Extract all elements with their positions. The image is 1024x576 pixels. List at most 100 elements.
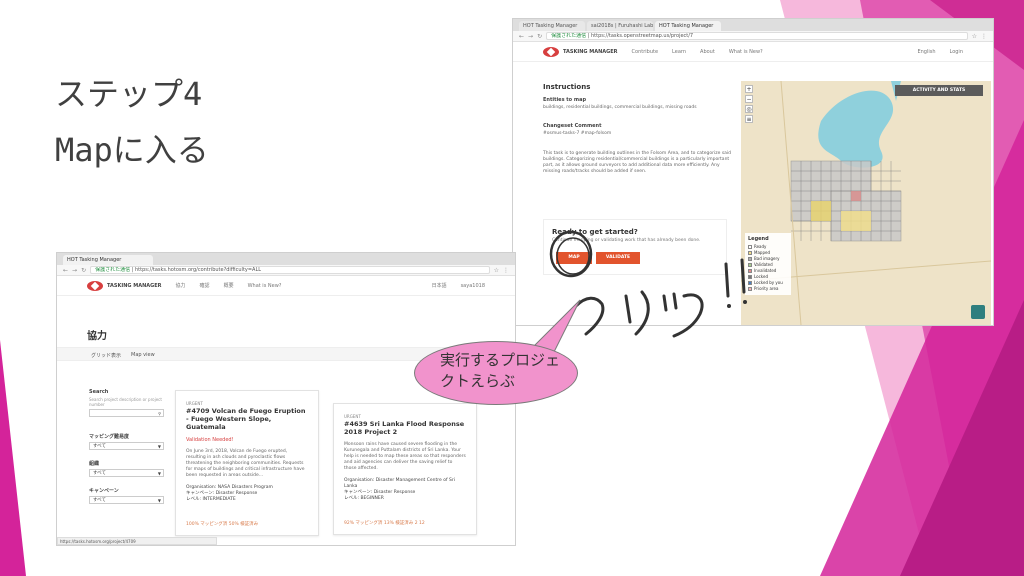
layers-icon[interactable]: ≡ bbox=[745, 115, 753, 123]
url-input[interactable]: 保護された通信 | https://tasks.hotosm.org/contr… bbox=[90, 266, 490, 274]
address-bar: ← → ↻ 保護された通信 | https://tasks.openstreet… bbox=[513, 31, 993, 42]
secure-label: 保護された通信 bbox=[95, 267, 131, 273]
tab-map-view[interactable]: Map view bbox=[131, 352, 155, 358]
search-help: Search project description or project nu… bbox=[89, 397, 162, 407]
star-icon[interactable]: ☆ bbox=[494, 267, 499, 274]
tasking-manager-logo[interactable]: TASKING MANAGER bbox=[543, 46, 618, 57]
hot-logo-icon bbox=[87, 280, 103, 291]
menu-icon[interactable]: ⋮ bbox=[503, 267, 509, 274]
urgency-label: URGENT bbox=[186, 401, 203, 406]
left-accent-shape bbox=[0, 340, 26, 576]
instructions-heading: Instructions bbox=[543, 83, 591, 91]
instructions-body: This task is to generate building outlin… bbox=[543, 151, 732, 174]
tasking-manager-logo[interactable]: TASKING MANAGER bbox=[87, 280, 162, 291]
chevron-down-icon: ▼ bbox=[157, 444, 161, 449]
browser-tab-active[interactable]: HOT Tasking Manager bbox=[63, 255, 153, 265]
project-title: #4639 Sri Lanka Flood Response 2018 Proj… bbox=[344, 420, 465, 436]
changeset-value: #osmus-tasks-7 #map-folsom bbox=[543, 131, 612, 136]
status-bar-url: https://tasks.hotosm.org/project/4709 bbox=[57, 537, 217, 545]
project-meta: Organisation: NASA Disasters Program キャン… bbox=[186, 485, 308, 503]
project-description: On June 3rd, 2018, Volcan de Fuego erupt… bbox=[186, 449, 305, 478]
reload-icon[interactable]: ↻ bbox=[81, 267, 86, 274]
project-description: Monsoon rains have caused severe floodin… bbox=[344, 442, 466, 471]
url-text: https://tasks.openstreetmap.us/project/7 bbox=[590, 33, 694, 39]
menu-icon[interactable]: ⋮ bbox=[981, 33, 987, 40]
project-card[interactable]: URGENT #4709 Volcan de Fuego Eruption - … bbox=[175, 390, 319, 536]
slide-title: ステップ4 Mapに入る bbox=[55, 66, 209, 178]
urgency-label: URGENT bbox=[344, 414, 361, 419]
tab-bar: HOT Tasking Manager sai2018s | Furuhashi… bbox=[513, 19, 993, 31]
nav-learn[interactable]: Learn bbox=[672, 49, 686, 55]
project-progress: 92% マッピング済 13% 検証済み 2 12 bbox=[344, 521, 425, 526]
back-icon[interactable]: ← bbox=[519, 33, 524, 40]
nav-contribute[interactable]: 協力 bbox=[176, 282, 186, 289]
secure-label: 保護された通信 bbox=[551, 33, 587, 39]
project-title: #4709 Volcan de Fuego Eruption - Fuego W… bbox=[186, 407, 306, 431]
organisation-label: 組織 bbox=[89, 461, 100, 467]
page-title: 協力 bbox=[87, 331, 107, 342]
login-link[interactable]: Login bbox=[950, 49, 964, 55]
instructions-panel: Instructions Entities to map buildings, … bbox=[543, 83, 733, 175]
tab-grid-view[interactable]: グリッド表示 bbox=[91, 352, 121, 359]
url-text: https://tasks.hotosm.org/contribute?diff… bbox=[134, 267, 262, 273]
nav-about[interactable]: About bbox=[700, 49, 715, 55]
chevron-down-icon: ▼ bbox=[157, 471, 161, 476]
legend-title: Legend bbox=[748, 236, 769, 242]
activity-stats-button[interactable]: ACTIVITY AND STATS bbox=[895, 85, 983, 96]
url-input[interactable]: 保護された通信 | https://tasks.openstreetmap.us… bbox=[546, 32, 968, 40]
zoom-out-button[interactable]: − bbox=[745, 95, 753, 103]
nav-whats-new[interactable]: What is New? bbox=[729, 49, 763, 55]
app-header: TASKING MANAGER 協力 確認 概要 What is New? 日本… bbox=[57, 276, 515, 296]
slide: ステップ4 Mapに入る HOT Tasking Manager sai2018… bbox=[0, 0, 1024, 576]
mapping-difficulty-select[interactable]: すべて ▼ bbox=[89, 442, 164, 450]
logo-text: TASKING MANAGER bbox=[107, 282, 162, 289]
browser-tab-active[interactable]: HOT Tasking Manager bbox=[655, 21, 721, 31]
project-map[interactable]: + − ◎ ≡ ACTIVITY AND STATS Legend Ready … bbox=[741, 81, 991, 325]
forward-icon[interactable]: → bbox=[72, 267, 77, 274]
campaign-label: キャンペーン bbox=[89, 488, 119, 494]
organisation-select[interactable]: すべて ▼ bbox=[89, 469, 164, 477]
entities-value: buildings, residential buildings, commer… bbox=[543, 105, 697, 110]
nav-about[interactable]: 概要 bbox=[224, 282, 234, 289]
nav-contribute[interactable]: Contribute bbox=[632, 49, 659, 55]
reload-icon[interactable]: ↻ bbox=[537, 33, 542, 40]
nav-learn[interactable]: 確認 bbox=[200, 282, 210, 289]
app-header: TASKING MANAGER Contribute Learn About W… bbox=[513, 42, 993, 62]
project-level: レベル: INTERMEDIATE bbox=[186, 497, 236, 502]
hot-logo-icon bbox=[543, 46, 559, 57]
browser-tab[interactable]: sai2018s | Furuhashi Lab bbox=[587, 21, 653, 31]
project-level: レベル: BEGINNER bbox=[344, 496, 384, 501]
browser-tab[interactable]: HOT Tasking Manager bbox=[519, 21, 585, 31]
callout-text: 実行するプロジェクトえらぶ bbox=[440, 351, 561, 390]
map-layer-toggle-icon[interactable] bbox=[971, 305, 985, 319]
zoom-in-button[interactable]: + bbox=[745, 85, 753, 93]
changeset-label: Changeset Comment bbox=[543, 123, 602, 129]
nav-whats-new[interactable]: What is New? bbox=[248, 283, 282, 289]
project-meta: Organisation: Disaster Management Centre… bbox=[344, 478, 466, 502]
address-bar: ← → ↻ 保護された通信 | https://tasks.hotosm.org… bbox=[57, 265, 515, 276]
chevron-down-icon: ▼ bbox=[157, 498, 161, 503]
filter-sidebar: Search Search project description or pro… bbox=[89, 389, 164, 514]
handwritten-click-annotation bbox=[574, 258, 747, 338]
project-progress: 100% マッピング済 50% 検証済み bbox=[186, 522, 259, 527]
back-icon[interactable]: ← bbox=[63, 267, 68, 274]
star-icon[interactable]: ☆ bbox=[972, 33, 977, 40]
validation-needed-label: Validation Needed! bbox=[186, 437, 234, 443]
mapping-difficulty-label: マッピング難易度 bbox=[89, 434, 130, 440]
contribute-browser-window: HOT Tasking Manager ← → ↻ 保護された通信 | http… bbox=[56, 252, 516, 546]
search-label: Search bbox=[89, 389, 109, 395]
language-select[interactable]: English bbox=[917, 49, 935, 55]
search-input[interactable]: ⚲ bbox=[89, 409, 164, 417]
campaign-select[interactable]: すべて ▼ bbox=[89, 496, 164, 504]
logo-text: TASKING MANAGER bbox=[563, 48, 618, 55]
title-line-2: Mapに入る bbox=[55, 131, 209, 169]
forward-icon[interactable]: → bbox=[528, 33, 533, 40]
project-card[interactable]: URGENT #4639 Sri Lanka Flood Response 20… bbox=[333, 403, 477, 535]
tab-bar: HOT Tasking Manager bbox=[57, 253, 515, 265]
locate-icon[interactable]: ◎ bbox=[745, 105, 753, 113]
language-select[interactable]: 日本語 bbox=[432, 282, 447, 289]
title-line-1: ステップ4 bbox=[55, 75, 203, 113]
search-icon[interactable]: ⚲ bbox=[158, 410, 161, 417]
entities-label: Entities to map bbox=[543, 97, 587, 103]
user-menu[interactable]: saya1018 bbox=[461, 283, 485, 289]
